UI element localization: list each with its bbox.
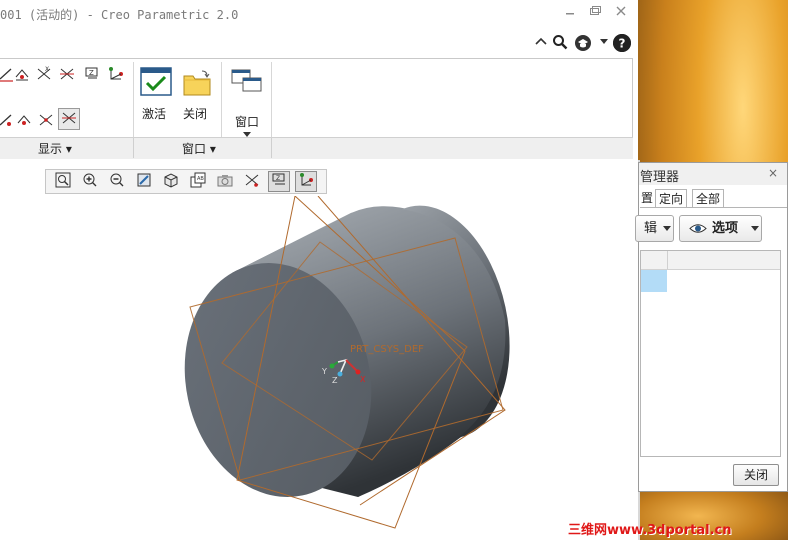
perspective-button[interactable] [241,171,263,192]
view-list-header [641,251,780,270]
collapse-ribbon-button[interactable] [532,34,550,52]
view-list-selected-row[interactable] [641,270,667,292]
close-model-button[interactable] [182,68,212,98]
zoom-in-icon [83,173,97,187]
search-icon [553,35,568,50]
csys-icon [39,114,53,126]
help-icon: ? [613,34,631,52]
community-button[interactable] [574,34,592,52]
repaint-icon [137,173,151,187]
eye-icon [689,216,707,250]
activate-window-icon [140,67,172,96]
graphics-area[interactable]: PRT_CSYS_DEF Y Z X [0,195,637,540]
close-icon [616,6,626,16]
display-group-label[interactable]: 显示 ▾ [38,140,72,157]
view-tool-4-button[interactable] [58,108,80,130]
edit-dropdown-label: 辑 [644,221,658,236]
window-group-label[interactable]: 窗口 ▾ [182,140,216,157]
display-style-button[interactable] [160,171,182,192]
manager-title: 管理器 [640,170,680,185]
folder-close-icon [183,70,211,96]
repaint-button[interactable] [133,171,155,192]
restore-button[interactable] [587,5,603,21]
plane-tag-button[interactable]: Z [82,64,102,84]
view-manager-button[interactable] [214,171,236,192]
activate-label: 激活 [142,107,167,121]
camera-icon [217,175,233,187]
zoom-out-icon [110,173,124,187]
saved-views-icon: AB [190,172,206,188]
minimize-icon [566,13,574,15]
tab-underline [640,207,787,208]
datum-display-icon [245,174,259,187]
point-icon [17,115,31,125]
datum-point-display-button[interactable] [12,64,32,84]
datum-plane-display-button[interactable]: Z [268,171,290,192]
view-tool-2-button[interactable] [14,110,34,130]
group-separator [271,138,272,158]
minimize-button[interactable] [562,5,578,21]
refit-button[interactable] [52,171,74,192]
search-button[interactable] [551,34,569,52]
display-style-icon [164,173,178,188]
window-button[interactable] [231,68,263,98]
csys-display-button[interactable]: X [34,64,54,84]
close-label: 关闭 [183,107,208,121]
refit-icon [55,172,71,188]
manager-close-icon[interactable]: × [768,166,778,180]
chevron-up-icon [535,37,547,45]
model-view: PRT_CSYS_DEF Y Z X [184,195,510,529]
spin-center-icon [62,112,76,124]
datum-axis-icon [0,114,12,126]
point-tag-icon [109,67,123,80]
zoom-in-button[interactable] [79,171,101,192]
datum-point-icon [15,69,29,81]
window-title: 001 (活动的) - Creo Parametric 2.0 [0,8,239,22]
svg-text:Z: Z [89,69,94,77]
restore-icon [590,6,601,15]
csys-display-toggle-button[interactable] [295,171,317,192]
community-dropdown-button[interactable] [595,34,613,52]
caret-down-icon [751,216,759,250]
spin-center-button[interactable] [57,64,77,84]
point-tag-button[interactable] [106,64,126,84]
plane-tag-icon: Z [85,67,98,79]
csys-axis-x: X [360,375,366,384]
zoom-out-button[interactable] [106,171,128,192]
view-tool-3-button[interactable] [36,110,56,130]
csys-label: PRT_CSYS_DEF [350,344,424,355]
tab-orientation[interactable]: 定向 [655,189,688,207]
options-dropdown[interactable]: 选项 [679,215,762,242]
manager-close-button[interactable]: 关闭 [733,464,779,486]
caret-down-icon [600,39,608,44]
activate-button[interactable] [140,66,172,98]
csys-axis-y: Y [321,367,327,376]
view-list-column-divider[interactable] [667,251,668,269]
svg-text:Z: Z [276,175,280,182]
spin-center-icon [60,68,74,80]
csys-icon: X [37,66,51,80]
group-separator [133,138,134,158]
tab-all[interactable]: 全部 [692,189,725,207]
csys-axis-z: Z [332,376,338,385]
options-dropdown-label: 选项 [712,221,739,236]
saved-orientations-button[interactable]: AB [187,171,209,192]
caret-down-icon [663,216,671,250]
svg-text:?: ? [619,37,626,51]
edit-dropdown[interactable]: 辑 [635,215,674,242]
close-window-button[interactable] [613,5,629,21]
tab-settings[interactable]: 置 [638,189,656,207]
svg-text:AB: AB [197,176,204,182]
plane-tag-icon: Z [272,173,285,185]
csys-toggle-icon [300,173,313,186]
svg-text:X: X [45,66,49,73]
community-icon [575,35,591,51]
ribbon-group-bar [0,137,633,159]
site-watermark: 三维网www.3dportal.cn [568,523,732,538]
windows-icon [231,69,262,92]
help-button[interactable]: ? [613,34,631,52]
